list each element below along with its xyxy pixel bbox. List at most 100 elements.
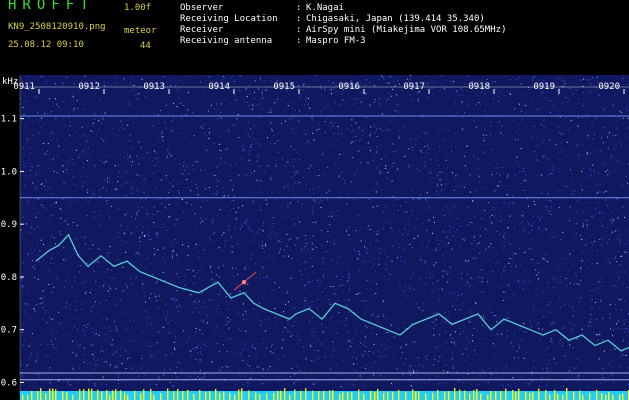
noise-pixel xyxy=(202,377,204,379)
noise-pixel xyxy=(95,329,97,331)
noise-pixel xyxy=(370,332,372,334)
noise-pixel xyxy=(485,337,487,339)
noise-pixel xyxy=(493,290,494,291)
noise-pixel xyxy=(233,340,235,342)
noise-pixel xyxy=(403,227,405,229)
noise-pixel xyxy=(450,279,452,281)
noise-pixel xyxy=(202,306,204,308)
meta-colon: : xyxy=(296,3,302,13)
noise-pixel xyxy=(500,241,502,243)
noise-pixel xyxy=(314,355,316,357)
noise-pixel xyxy=(557,77,559,79)
noise-pixel xyxy=(230,103,232,105)
noise-pixel xyxy=(108,363,110,365)
noise-pixel xyxy=(351,141,353,143)
noise-pixel xyxy=(140,333,142,335)
noise-pixel xyxy=(369,104,371,106)
noise-pixel xyxy=(428,219,430,221)
noise-pixel xyxy=(547,371,549,373)
noise-pixel xyxy=(167,322,169,324)
noise-pixel xyxy=(219,143,220,145)
noise-pixel xyxy=(312,317,314,318)
noise-pixel xyxy=(112,344,114,346)
noise-pixel xyxy=(248,154,250,156)
noise-pixel xyxy=(342,99,344,101)
noise-pixel xyxy=(467,274,469,276)
noise-pixel xyxy=(88,190,90,192)
noise-pixel xyxy=(23,211,25,213)
noise-pixel xyxy=(255,356,257,358)
noise-pixel xyxy=(493,216,495,218)
noise-pixel xyxy=(602,282,603,284)
noise-pixel xyxy=(376,233,377,235)
noise-pixel xyxy=(543,155,545,156)
noise-pixel xyxy=(539,385,541,387)
noise-pixel xyxy=(531,239,533,241)
noise-pixel xyxy=(219,109,221,111)
noise-pixel xyxy=(263,252,265,253)
noise-pixel xyxy=(461,272,463,274)
noise-pixel xyxy=(188,90,190,92)
noise-pixel xyxy=(601,277,603,279)
noise-pixel xyxy=(252,199,254,201)
noise-pixel xyxy=(58,322,60,324)
noise-pixel xyxy=(154,250,156,252)
noise-pixel xyxy=(450,204,452,206)
bottom-spike xyxy=(418,391,420,400)
noise-pixel xyxy=(304,375,305,377)
noise-pixel xyxy=(296,239,298,241)
noise-pixel xyxy=(314,245,316,247)
noise-pixel xyxy=(128,365,130,367)
noise-pixel xyxy=(273,258,274,260)
noise-pixel xyxy=(347,246,349,248)
noise-pixel xyxy=(388,279,390,281)
noise-pixel xyxy=(366,248,368,250)
noise-pixel xyxy=(470,319,472,321)
noise-pixel xyxy=(53,286,55,288)
noise-pixel xyxy=(548,354,550,355)
noise-pixel xyxy=(359,254,361,255)
noise-pixel xyxy=(100,99,102,101)
noise-pixel xyxy=(241,223,243,225)
bottom-spike xyxy=(605,394,607,400)
noise-pixel xyxy=(48,186,50,188)
noise-pixel xyxy=(219,171,221,173)
noise-pixel xyxy=(291,176,293,178)
noise-pixel xyxy=(294,244,296,246)
noise-pixel xyxy=(523,167,525,169)
noise-pixel xyxy=(34,382,36,383)
noise-pixel xyxy=(328,80,329,82)
noise-pixel xyxy=(621,309,622,311)
noise-pixel xyxy=(258,318,259,320)
noise-pixel xyxy=(203,343,205,345)
noise-pixel xyxy=(445,341,447,343)
noise-pixel xyxy=(581,260,583,262)
noise-pixel xyxy=(326,192,328,194)
bottom-spike xyxy=(377,389,379,400)
noise-pixel xyxy=(334,165,336,167)
noise-pixel xyxy=(69,205,71,207)
noise-pixel xyxy=(365,368,367,370)
noise-pixel xyxy=(440,184,442,186)
noise-pixel xyxy=(46,105,48,107)
noise-pixel xyxy=(210,279,212,281)
noise-pixel xyxy=(177,218,179,220)
noise-pixel xyxy=(23,154,25,156)
noise-pixel xyxy=(232,184,234,186)
noise-pixel xyxy=(462,128,464,130)
noise-pixel xyxy=(432,121,434,123)
bottom-spike xyxy=(358,389,360,400)
noise-pixel xyxy=(335,85,337,87)
noise-pixel xyxy=(349,210,351,212)
noise-pixel xyxy=(268,254,270,256)
noise-pixel xyxy=(263,80,265,82)
noise-pixel xyxy=(621,255,623,257)
noise-pixel xyxy=(440,344,442,345)
noise-pixel xyxy=(242,349,244,350)
noise-pixel xyxy=(487,382,489,384)
noise-pixel xyxy=(121,124,123,126)
noise-pixel xyxy=(448,209,450,211)
noise-pixel xyxy=(369,77,371,79)
noise-pixel xyxy=(420,157,422,159)
noise-pixel xyxy=(295,195,297,197)
